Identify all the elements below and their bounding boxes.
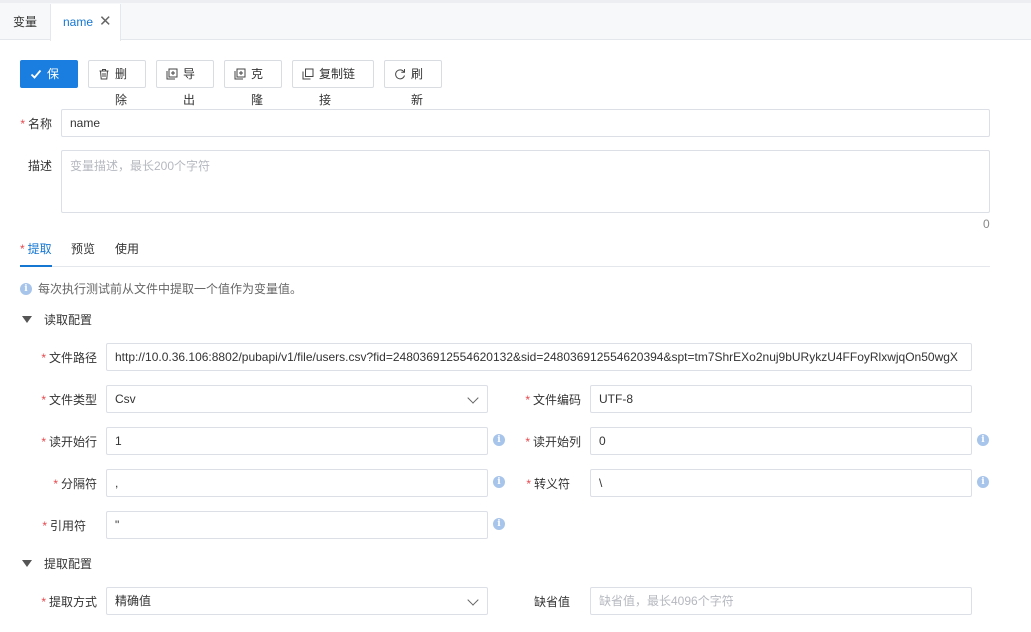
required-mark: * — [20, 117, 25, 131]
save-button[interactable]: 保存 — [20, 60, 78, 107]
required-mark: * — [41, 351, 46, 365]
separator-input[interactable]: , — [106, 469, 488, 497]
save-button-label: 保存 — [47, 67, 60, 107]
required-mark: * — [525, 393, 530, 407]
active-tab-indicator — [20, 265, 52, 267]
tab-name[interactable]: name ✕ — [50, 4, 121, 41]
delete-button-label: 删除 — [115, 67, 128, 107]
tab-extract-label: 提取 — [27, 242, 52, 256]
extract-config-header[interactable]: 提取配置 — [22, 555, 92, 572]
chevron-down-icon — [467, 392, 479, 404]
refresh-button-label: 刷新 — [411, 67, 424, 107]
extract-method-value: 精确值 — [115, 594, 152, 608]
extract-method-label-text: 提取方式 — [48, 595, 97, 609]
export-button-label: 导出 — [183, 67, 196, 107]
quote-label: * 引用符 — [40, 517, 86, 534]
quote-input[interactable]: " — [106, 511, 488, 539]
required-mark: * — [526, 477, 531, 491]
info-icon[interactable]: i — [493, 434, 505, 446]
tab-preview[interactable]: 预览 — [71, 240, 95, 257]
name-label-text: 名称 — [27, 117, 52, 131]
tab-bar: 变量 name ✕ — [0, 0, 1031, 41]
info-icon[interactable]: i — [977, 434, 989, 446]
escape-label: * 转义符 — [524, 475, 570, 492]
file-type-label-text: 文件类型 — [48, 393, 97, 407]
tab-usage[interactable]: 使用 — [115, 240, 139, 257]
quote-label-text: 引用符 — [49, 519, 86, 533]
required-mark: * — [525, 435, 530, 449]
extract-config-title: 提取配置 — [44, 557, 93, 571]
collapse-triangle-icon — [22, 560, 32, 567]
name-label: * 名称 — [18, 115, 52, 132]
chevron-down-icon — [467, 594, 479, 606]
file-encoding-label-text: 文件编码 — [532, 393, 581, 407]
required-mark: * — [41, 595, 46, 609]
export-button[interactable]: 导出 — [156, 60, 214, 107]
extract-hint: i 每次执行测试前从文件中提取一个值作为变量值。 — [20, 280, 302, 297]
info-icon[interactable]: i — [493, 518, 505, 530]
start-col-label-text: 读开始列 — [532, 435, 581, 449]
separator-label-text: 分隔符 — [60, 477, 97, 491]
clone-button[interactable]: 克隆 — [224, 60, 282, 107]
start-col-label: * 读开始列 — [524, 433, 581, 450]
file-encoding-input[interactable]: UTF-8 — [590, 385, 972, 413]
trash-icon — [97, 61, 111, 87]
start-row-input[interactable]: 1 — [106, 427, 488, 455]
tab-bar-top-line — [0, 0, 1031, 3]
escape-label-text: 转义符 — [533, 477, 570, 491]
description-label: 描述 — [27, 159, 52, 173]
file-path-label: * 文件路径 — [40, 349, 97, 366]
tab-name-label: name — [63, 15, 94, 29]
collapse-triangle-icon — [22, 316, 32, 323]
clone-icon — [233, 61, 247, 87]
description-textarea[interactable]: 变量描述，最长200个字符 — [61, 150, 990, 213]
name-input[interactable]: name — [61, 109, 990, 137]
file-type-label: * 文件类型 — [40, 391, 97, 408]
default-value-input[interactable]: 缺省值，最长4096个字符 — [590, 587, 972, 615]
refresh-icon — [393, 61, 407, 87]
required-mark: * — [20, 242, 25, 256]
close-icon[interactable]: ✕ — [99, 4, 112, 40]
file-encoding-label: * 文件编码 — [524, 391, 581, 408]
extract-hint-text: 每次执行测试前从文件中提取一个值作为变量值。 — [38, 282, 303, 296]
file-type-select[interactable]: Csv — [106, 385, 488, 413]
required-mark: * — [42, 519, 47, 533]
tab-extract[interactable]: * 提取 — [20, 240, 52, 257]
escape-input[interactable]: \ — [590, 469, 972, 497]
default-value-label: 缺省值 — [533, 595, 570, 609]
export-icon — [165, 61, 179, 87]
tabs-divider — [20, 266, 990, 267]
info-icon[interactable]: i — [977, 476, 989, 488]
read-config-header[interactable]: 读取配置 — [22, 311, 92, 328]
file-path-input[interactable]: http://10.0.36.106:8802/pubapi/v1/file/u… — [106, 343, 972, 371]
extract-method-select[interactable]: 精确值 — [106, 587, 488, 615]
info-icon[interactable]: i — [493, 476, 505, 488]
extract-method-label: * 提取方式 — [40, 593, 97, 610]
clone-button-label: 克隆 — [251, 67, 264, 107]
info-icon: i — [20, 282, 32, 295]
start-row-label-text: 读开始行 — [48, 435, 97, 449]
required-mark: * — [53, 477, 58, 491]
copy-link-button[interactable]: 复制链接 — [292, 60, 374, 107]
tab-variables[interactable]: 变量 — [0, 4, 50, 40]
start-row-label: * 读开始行 — [40, 433, 97, 450]
copy-link-button-label: 复制链接 — [319, 67, 356, 107]
copy-icon — [301, 61, 315, 87]
description-char-count: 0 — [983, 217, 990, 231]
read-config-title: 读取配置 — [44, 313, 93, 327]
file-path-label-text: 文件路径 — [48, 351, 97, 365]
file-type-value: Csv — [115, 392, 136, 406]
required-mark: * — [41, 393, 46, 407]
separator-label: * 分隔符 — [40, 475, 97, 492]
refresh-button[interactable]: 刷新 — [384, 60, 442, 107]
start-col-input[interactable]: 0 — [590, 427, 972, 455]
check-icon — [29, 61, 43, 87]
required-mark: * — [41, 435, 46, 449]
delete-button[interactable]: 删除 — [88, 60, 146, 107]
